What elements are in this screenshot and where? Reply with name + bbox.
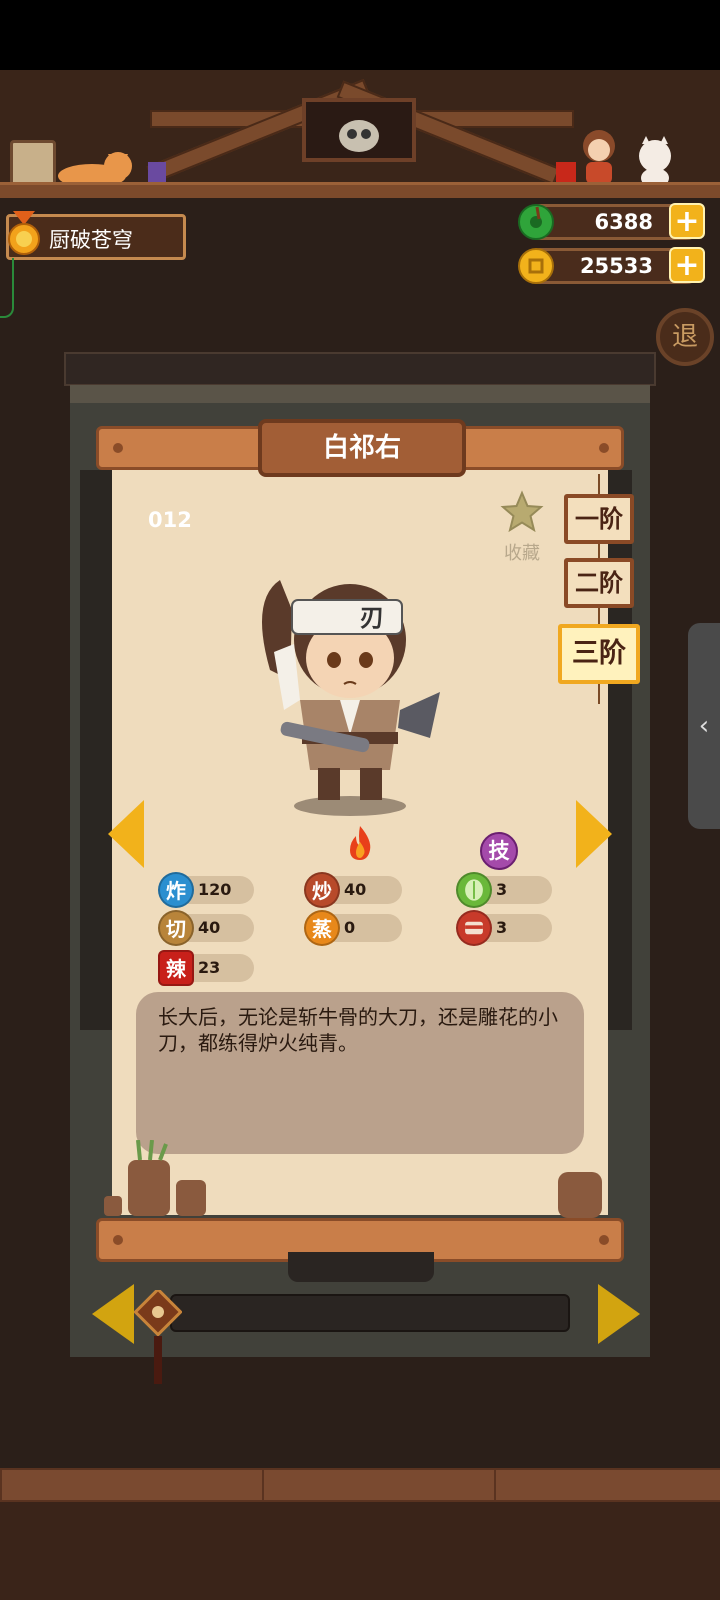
stat-value: 23 — [198, 958, 221, 977]
stat-value: 40 — [344, 880, 367, 899]
stat-stirfry: 炒 40 — [304, 872, 402, 908]
add-gems-button[interactable]: + — [669, 203, 705, 239]
progress-indicator — [0, 258, 14, 318]
stat-cut: 切 40 — [158, 910, 254, 946]
favorite-label: 收藏 — [504, 543, 540, 564]
cut-icon: 切 — [158, 910, 194, 946]
portrait-frame — [302, 98, 416, 162]
stat-value: 120 — [198, 880, 232, 899]
stat-steam: 蒸 0 — [304, 910, 402, 946]
favorite-button[interactable]: 收藏 — [496, 490, 548, 565]
page-tab — [288, 1252, 434, 1282]
character-name-plate: 白祁右 — [258, 419, 466, 477]
tier-1-tab[interactable]: 一阶 — [564, 494, 634, 544]
character-portrait: 刃 — [262, 580, 440, 816]
steam-icon: 蒸 — [304, 910, 340, 946]
stat-fry: 炸 120 — [158, 872, 254, 908]
player-title-badge[interactable]: 厨破苍穹 — [6, 211, 186, 260]
skill-cabbage: 3 — [456, 872, 552, 908]
svg-text:刃: 刃 — [360, 604, 384, 632]
next-character-arrow[interactable] — [576, 800, 612, 868]
fry-icon: 炸 — [158, 872, 194, 908]
coins-counter: 25533 + — [518, 247, 705, 284]
star-icon — [500, 490, 544, 533]
book-left-pages — [80, 470, 112, 1030]
skill-badge: 技 — [480, 832, 518, 870]
exit-button[interactable]: 退 — [656, 308, 714, 366]
gems-value: 6388 — [594, 210, 653, 234]
book-cover-top — [64, 352, 656, 386]
chef-girl-icon — [583, 130, 615, 184]
page-scrollbar[interactable] — [170, 1294, 570, 1332]
stat-value: 0 — [344, 918, 356, 937]
coins-value: 25533 — [579, 254, 653, 278]
chevron-left-icon: ‹ — [698, 711, 710, 741]
prev-page-arrow[interactable] — [92, 1284, 134, 1344]
cabbage-icon — [456, 872, 492, 908]
tier-2-tab[interactable]: 二阶 — [564, 558, 634, 608]
stat-spicy: 辣 23 — [158, 950, 254, 986]
jade-icon — [518, 204, 554, 240]
meat-icon — [456, 910, 492, 946]
tier-3-tab[interactable]: 三阶 — [558, 624, 640, 684]
player-title: 厨破苍穹 — [49, 228, 133, 252]
jar-icon — [558, 1172, 602, 1218]
skill-value: 3 — [496, 918, 508, 937]
spicy-icon: 辣 — [158, 950, 194, 986]
skill-meat: 3 — [456, 910, 552, 946]
white-cat-icon — [639, 136, 671, 188]
prev-character-arrow[interactable] — [108, 800, 144, 868]
character-description: 长大后，无论是斩牛骨的大刀，还是雕花的小刀，都练得炉火纯青。 — [136, 992, 584, 1154]
book-right-pages — [608, 470, 632, 1030]
roof-decoration — [0, 70, 720, 201]
stirfry-icon: 炒 — [304, 872, 340, 908]
fire-icon — [350, 826, 371, 860]
gems-counter: 6388 + — [518, 203, 705, 240]
stat-value: 40 — [198, 918, 221, 937]
character-id: 012 — [148, 508, 192, 532]
tassel-ornament-icon — [134, 1290, 182, 1384]
add-coins-button[interactable]: + — [669, 247, 705, 283]
floor — [0, 1468, 720, 1600]
next-page-arrow[interactable] — [598, 1284, 640, 1344]
skill-value: 3 — [496, 880, 508, 899]
status-bar — [0, 0, 720, 70]
jars-decoration — [104, 1140, 206, 1216]
medal-icon — [8, 211, 40, 255]
character-name: 白祁右 — [322, 433, 401, 463]
coin-icon — [518, 248, 554, 284]
side-drawer-handle[interactable]: ‹ — [688, 623, 720, 829]
